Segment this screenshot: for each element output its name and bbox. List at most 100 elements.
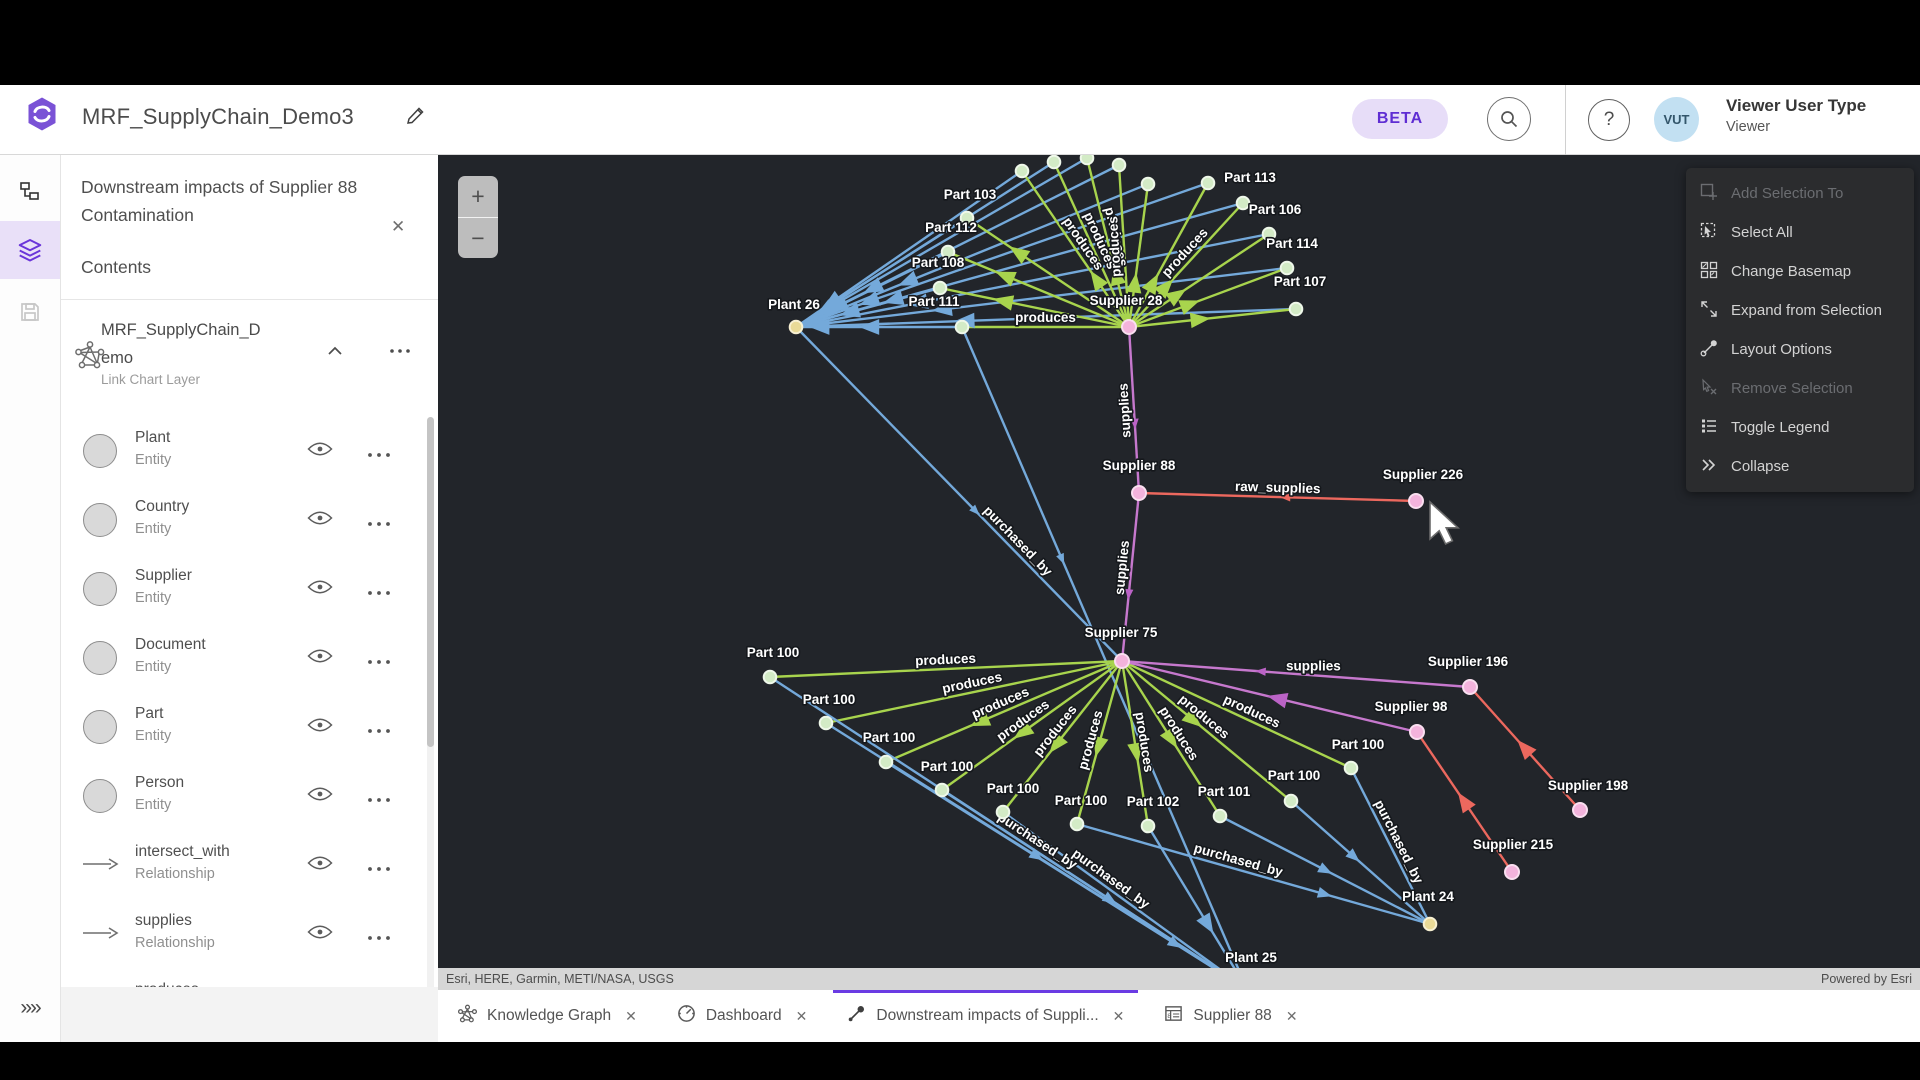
layer-row-kind: Entity [135,797,171,813]
svg-text:Part 100: Part 100 [803,692,856,707]
svg-text:purchased_by: purchased_by [995,809,1080,872]
entity-swatch [83,572,117,606]
app-logo-icon [24,96,60,132]
layers-icon [17,237,43,263]
help-icon: ? [1604,109,1615,131]
menu-item-toggle-legend[interactable]: Toggle Legend [1686,408,1914,447]
layer-row-Document[interactable]: DocumentEntity [61,624,438,693]
row-options[interactable] [367,514,391,532]
tab-supplier-88[interactable]: 8Supplier 88✕ [1144,990,1317,1042]
collapse-caret-icon[interactable] [327,346,343,356]
ellipsis-icon [367,590,391,596]
svg-text:Supplier 226: Supplier 226 [1383,467,1464,482]
expand-rail-button[interactable]: »» [0,996,60,1020]
menu-item-expand-from-selection[interactable]: Expand from Selection [1686,291,1914,330]
menu-item-icon [1700,183,1718,205]
row-options[interactable] [367,928,391,946]
menu-item-icon [1700,378,1718,400]
tab-dashboard[interactable]: Dashboard ✕ [657,990,828,1042]
svg-text:Plant 24: Plant 24 [1402,889,1454,904]
menu-item-icon [1700,300,1718,322]
tab-knowledge-graph[interactable]: Knowledge Graph ✕ [438,990,657,1042]
row-options[interactable] [367,721,391,739]
svg-text:Plant 26: Plant 26 [768,297,820,312]
svg-text:Part 113: Part 113 [1224,170,1276,185]
layer-row-Part[interactable]: PartEntity [61,693,438,762]
svg-text:Part 112: Part 112 [925,220,977,235]
tab-label: Downstream impacts of Suppli... [876,1007,1098,1025]
svg-text:Part 107: Part 107 [1274,274,1327,289]
visibility-toggle[interactable] [307,441,333,462]
close-panel-icon[interactable]: ✕ [391,217,405,237]
row-options[interactable] [367,790,391,808]
menu-item-select-all[interactable]: Select All [1686,213,1914,252]
zoom-in-button[interactable]: + [458,176,498,217]
layer-kind: Link Chart Layer [101,372,200,387]
visibility-toggle[interactable] [307,648,333,669]
row-options[interactable] [367,859,391,877]
zoom-out-button[interactable]: − [458,218,498,258]
panel-footer [61,987,438,1042]
visibility-toggle[interactable] [307,855,333,876]
svg-text:Part 106: Part 106 [1249,202,1302,217]
page-title: MRF_SupplyChain_Demo3 [82,104,354,130]
edit-title-icon[interactable] [404,105,426,127]
svg-text:Supplier 215: Supplier 215 [1473,837,1554,852]
layer-options-icon[interactable] [389,348,411,354]
menu-item-collapse[interactable]: Collapse [1686,447,1914,486]
layer-row-Country[interactable]: CountryEntity [61,486,438,555]
svg-text:Part 108: Part 108 [912,255,965,270]
tab-label: Dashboard [706,1007,782,1025]
layer-row-supplies[interactable]: suppliesRelationship [61,900,438,969]
visibility-toggle[interactable] [307,924,333,945]
svg-text:Part 100: Part 100 [987,781,1040,796]
panel-title: Downstream impacts of Supplier 88 Contam… [81,173,366,229]
svg-text:produces: produces [915,651,976,669]
tab-downstream-impacts-of-suppli-[interactable]: Downstream impacts of Suppli... ✕ [827,990,1144,1042]
visibility-toggle[interactable] [307,510,333,531]
powered-by-text: Powered by Esri [1821,972,1912,986]
visibility-toggle[interactable] [307,579,333,600]
link-chart-layer-header[interactable]: MRF_SupplyChain_Demo Link Chart Layer [61,300,438,416]
visibility-toggle[interactable] [307,717,333,738]
tab-close-icon[interactable]: ✕ [796,1008,808,1025]
layer-row-Plant[interactable]: PlantEntity [61,417,438,486]
relationship-swatch [81,857,119,876]
menu-item-layout-options[interactable]: Layout Options [1686,330,1914,369]
layer-row-Person[interactable]: PersonEntity [61,762,438,831]
avatar[interactable]: VUT [1654,97,1699,142]
row-options[interactable] [367,652,391,670]
beta-badge: BETA [1352,99,1448,139]
tab-close-icon[interactable]: ✕ [1286,1008,1298,1025]
tab-label: Knowledge Graph [487,1007,611,1025]
menu-item-change-basemap[interactable]: Change Basemap [1686,252,1914,291]
menu-item-icon [1700,456,1718,478]
row-options[interactable] [367,583,391,601]
svg-text:Part 100: Part 100 [1268,768,1321,783]
visibility-toggle[interactable] [307,786,333,807]
menu-item-label: Change Basemap [1731,263,1851,280]
row-options[interactable] [367,445,391,463]
rail-item-hierarchy[interactable] [0,163,60,221]
relationship-arrow-icon [81,857,119,871]
entity-swatch [83,641,117,675]
menu-item-label: Select All [1731,224,1793,241]
layer-row-intersect_with[interactable]: intersect_withRelationship [61,831,438,900]
svg-text:Supplier 75: Supplier 75 [1085,625,1158,640]
panel-scrollbar-thumb[interactable] [427,417,434,747]
help-button[interactable]: ? [1588,99,1630,141]
tab-close-icon[interactable]: ✕ [1113,1008,1125,1025]
tab-close-icon[interactable]: ✕ [625,1008,637,1025]
layer-row-name: Supplier [135,567,192,585]
svg-text:Part 100: Part 100 [747,645,800,660]
menu-item-icon [1700,222,1718,244]
layer-row-kind: Entity [135,452,171,468]
search-icon [1499,109,1519,129]
rail-item-layers[interactable] [0,221,60,279]
zoom-control: + − [458,176,498,258]
layer-row-Supplier[interactable]: SupplierEntity [61,555,438,624]
relationship-arrow-icon [81,926,119,940]
save-icon [18,300,42,324]
rail-item-save[interactable] [0,283,60,341]
search-button[interactable] [1487,97,1531,141]
